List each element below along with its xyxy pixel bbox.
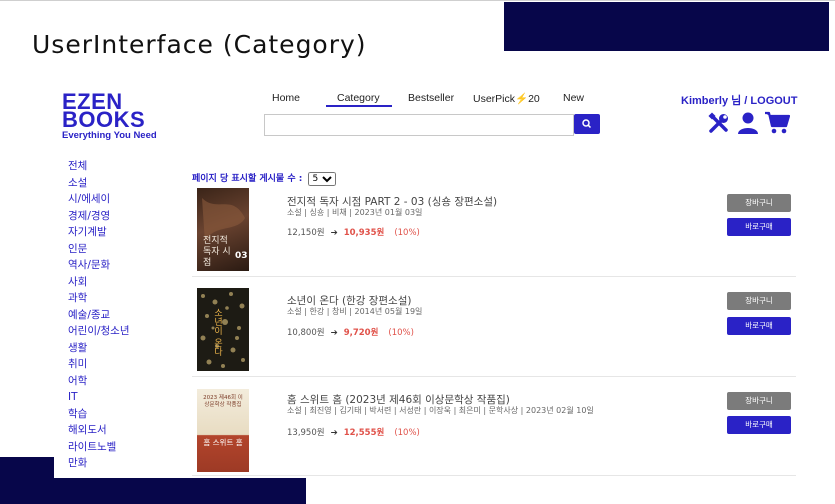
book-cover[interactable]: 전지적 독자 시점 03 — [197, 188, 249, 271]
discount-rate: (10%) — [388, 328, 414, 338]
buy-now-button[interactable]: 바로구매 — [727, 416, 791, 434]
tools-icon[interactable] — [707, 111, 731, 139]
row-divider — [192, 475, 796, 476]
category-language[interactable]: 어학 — [68, 373, 130, 390]
category-humanities[interactable]: 인문 — [68, 241, 130, 258]
category-self-improvement[interactable]: 자기계발 — [68, 224, 130, 241]
category-science[interactable]: 과학 — [68, 290, 130, 307]
main-nav: Home Category Bestseller UserPick⚡20 New — [262, 92, 602, 107]
cart-icon[interactable] — [764, 111, 791, 139]
buy-now-button[interactable]: 바로구매 — [727, 218, 791, 236]
book-cover-number: 03 — [235, 251, 248, 261]
book-cover-text: 전지적 독자 시점 — [203, 236, 231, 268]
book-price: 12,150원 ➔ 10,935원 (10%) — [287, 226, 420, 238]
add-to-cart-button[interactable]: 장바구니 — [727, 292, 791, 310]
book-row: 소년이 온다 소년이 온다 (한강 장편소설) 소설 | 한강 | 창비 | 2… — [192, 283, 796, 377]
category-study[interactable]: 학습 — [68, 406, 130, 423]
category-economy-business[interactable]: 경제/경영 — [68, 208, 130, 225]
arrow-right-icon: ➔ — [330, 328, 338, 338]
sale-price: 10,935원 — [343, 228, 385, 238]
category-comics[interactable]: 만화 — [68, 455, 130, 472]
row-divider — [192, 276, 796, 277]
category-novel[interactable]: 소설 — [68, 175, 130, 192]
book-cover[interactable]: 소년이 온다 — [197, 288, 249, 371]
decorative-navy-block-top — [504, 2, 829, 51]
category-foreign-books[interactable]: 해외도서 — [68, 422, 130, 439]
user-icon[interactable] — [737, 111, 759, 139]
original-price: 12,150원 — [287, 228, 325, 238]
nav-active-indicator — [326, 105, 392, 107]
arrow-right-icon: ➔ — [330, 428, 338, 438]
discount-rate: (10%) — [394, 228, 420, 238]
nav-category[interactable]: Category — [337, 92, 380, 104]
arrow-right-icon: ➔ — [330, 228, 338, 238]
add-to-cart-button[interactable]: 장바구니 — [727, 194, 791, 212]
logo-line-2: BOOKS — [62, 107, 146, 132]
category-history-culture[interactable]: 역사/문화 — [68, 257, 130, 274]
discount-rate: (10%) — [394, 428, 420, 438]
category-sidebar: 전체 소설 시/에세이 경제/경영 자기계발 인문 역사/문화 사회 과학 예술… — [68, 158, 130, 472]
category-it[interactable]: IT — [68, 389, 130, 406]
category-children-youth[interactable]: 어린이/청소년 — [68, 323, 130, 340]
user-logout-link[interactable]: Kimberly 님 / LOGOUT — [681, 92, 797, 108]
category-living[interactable]: 생활 — [68, 340, 130, 357]
book-meta: 소설 | 한강 | 창비 | 2014년 05월 19일 — [287, 307, 423, 316]
category-hobby[interactable]: 취미 — [68, 356, 130, 373]
nav-new[interactable]: New — [563, 92, 584, 104]
row-divider — [192, 376, 796, 377]
book-price: 13,950원 ➔ 12,555원 (10%) — [287, 426, 420, 438]
decorative-navy-block-bottom — [0, 478, 306, 504]
book-cover-text: 홈 스위트 홈 — [203, 438, 243, 447]
top-border-line — [0, 0, 835, 1]
category-art-religion[interactable]: 예술/종교 — [68, 307, 130, 324]
book-price: 10,800원 ➔ 9,720원 (10%) — [287, 326, 414, 338]
category-poetry-essay[interactable]: 시/에세이 — [68, 191, 130, 208]
book-meta: 소설 | 최진영 | 김기태 | 박서련 | 서성란 | 이장욱 | 최은미 |… — [287, 406, 594, 415]
sale-price: 9,720원 — [343, 328, 379, 338]
category-light-novel[interactable]: 라이트노벨 — [68, 439, 130, 456]
book-row: 전지적 독자 시점 03 전지적 독자 시점 PART 2 - 03 (싱숑 장… — [192, 184, 796, 277]
search-input[interactable] — [264, 114, 574, 136]
book-cover[interactable]: 2023 제46회 이상문학상 작품집 홈 스위트 홈 — [197, 389, 249, 472]
search-icon — [582, 119, 592, 129]
book-row: 2023 제46회 이상문학상 작품집 홈 스위트 홈 홈 스위트 홈 (202… — [192, 383, 796, 476]
slide-title: UserInterface (Category) — [32, 30, 367, 59]
book-cover-subtitle: 2023 제46회 이상문학상 작품집 — [203, 395, 243, 408]
buy-now-button[interactable]: 바로구매 — [727, 317, 791, 335]
original-price: 10,800원 — [287, 328, 325, 338]
ezen-books-logo[interactable]: EZEN BOOKS Everything You Need — [62, 91, 162, 142]
search-button[interactable] — [574, 114, 600, 134]
logo-tagline: Everything You Need — [62, 130, 157, 141]
original-price: 13,950원 — [287, 428, 325, 438]
book-meta: 소설 | 싱숑 | 비채 | 2023년 01월 03일 — [287, 208, 423, 217]
sale-price: 12,555원 — [343, 428, 385, 438]
nav-home[interactable]: Home — [272, 92, 300, 104]
nav-bestseller[interactable]: Bestseller — [408, 92, 454, 104]
book-cover-text: 소년이 온다 — [212, 308, 222, 356]
category-all[interactable]: 전체 — [68, 158, 130, 175]
add-to-cart-button[interactable]: 장바구니 — [727, 392, 791, 410]
per-page-label: 페이지 당 표시할 게시물 수 : — [192, 174, 303, 184]
category-society[interactable]: 사회 — [68, 274, 130, 291]
nav-userpick20[interactable]: UserPick⚡20 — [473, 92, 540, 105]
